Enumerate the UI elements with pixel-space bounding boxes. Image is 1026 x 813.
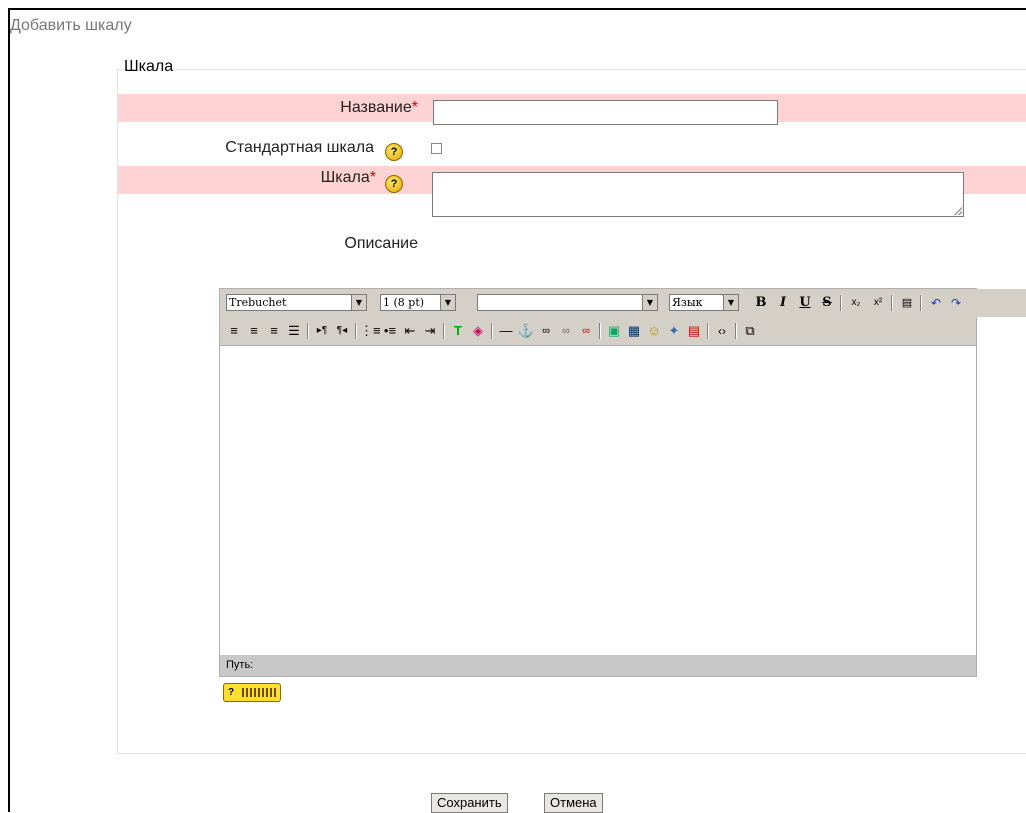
horizontal-rule-icon[interactable]: — (496, 321, 516, 341)
highlight-color-icon[interactable]: ◈ (468, 321, 488, 341)
ordered-list-icon[interactable]: ⋮≡ (360, 321, 381, 341)
font-family-select[interactable]: Trebuchet ▼ (226, 294, 367, 311)
editor-toolbar-top: Trebuchet ▼ 1 (8 pt) ▼ ▼ Язык ▼ B I U S x₂ … (220, 289, 1026, 317)
undo-icon[interactable]: ↶ (926, 293, 946, 313)
subscript-icon[interactable]: x₂ (846, 293, 866, 313)
standard-scale-label: Стандартная шкала (225, 139, 374, 156)
smiley-icon[interactable]: ☺ (644, 321, 664, 341)
name-input[interactable] (433, 100, 778, 125)
align-center-icon[interactable]: ≡ (244, 321, 264, 341)
standard-scale-checkbox[interactable] (431, 143, 442, 154)
align-justify-icon[interactable]: ☰ (284, 321, 304, 341)
insert-table-icon[interactable]: ▦ (624, 321, 644, 341)
toolbar-separator (707, 323, 709, 339)
window-frame-top (8, 8, 1026, 10)
font-size-select[interactable]: 1 (8 pt) ▼ (380, 294, 456, 311)
html-source-icon[interactable]: ‹› (712, 321, 732, 341)
format-select[interactable]: ▼ (477, 294, 658, 311)
cancel-button[interactable]: Отмена (544, 793, 603, 813)
keyboard-icon (242, 688, 276, 697)
help-icon[interactable]: ? (385, 175, 403, 193)
keyboard-help-icon[interactable]: ? (223, 683, 281, 702)
text-color-icon[interactable]: T (448, 321, 468, 341)
editor-path-bar: Путь: (220, 655, 976, 676)
italic-icon[interactable]: I (773, 293, 793, 313)
chevron-down-icon: ▼ (351, 295, 366, 310)
outdent-icon[interactable]: ⇤ (400, 321, 420, 341)
toolbar-separator (840, 295, 842, 311)
language-select[interactable]: Язык ▼ (669, 294, 739, 311)
toolbar-separator (491, 323, 493, 339)
superscript-icon[interactable]: x² (868, 293, 888, 313)
save-button[interactable]: Сохранить (431, 793, 508, 813)
toolbar-separator (307, 323, 309, 339)
editor-content-area[interactable] (220, 345, 976, 655)
chevron-down-icon: ▼ (642, 295, 657, 310)
editor-toolbar-bottom: ≡ ≡ ≡ ☰ ▸¶ ¶◂ ⋮≡ •≡ ⇤ ⇥ T ◈ — ⚓ ∞ ∞ ∞ ▣ … (220, 317, 976, 345)
toolbar-separator (599, 323, 601, 339)
insert-image-icon[interactable]: ▣ (604, 321, 624, 341)
scale-label: Шкала* (320, 169, 376, 186)
fieldset-legend: Шкала (124, 58, 178, 76)
required-mark: * (369, 169, 376, 186)
html-editor: Trebuchet ▼ 1 (8 pt) ▼ ▼ Язык ▼ B I U S x₂ … (219, 288, 1026, 677)
toolbar-separator (355, 323, 357, 339)
required-mark: * (411, 99, 418, 116)
special-chars-icon[interactable]: ✦ (664, 321, 684, 341)
resize-grip[interactable] (954, 207, 962, 215)
toolbar-separator (443, 323, 445, 339)
paste-word-icon[interactable]: ▤ (897, 293, 917, 313)
name-label: Название* (340, 99, 418, 116)
search-replace-icon[interactable]: ▤ (684, 321, 704, 341)
window-frame-left (8, 8, 10, 812)
underline-icon[interactable]: U (795, 293, 815, 313)
rtl-icon[interactable]: ¶◂ (332, 321, 352, 341)
bold-icon[interactable]: B (751, 293, 771, 313)
align-left-icon[interactable]: ≡ (224, 321, 244, 341)
unordered-list-icon[interactable]: •≡ (380, 321, 400, 341)
toolbar-separator (735, 323, 737, 339)
chevron-down-icon: ▼ (440, 295, 455, 310)
link-icon[interactable]: ∞ (536, 321, 556, 341)
anchor-icon[interactable]: ⚓ (516, 321, 536, 341)
scale-textarea[interactable] (432, 172, 964, 217)
toolbar-separator (891, 295, 893, 311)
toolbar-separator (920, 295, 922, 311)
strikethrough-icon[interactable]: S (817, 293, 837, 313)
page-title: Добавить шкалу (10, 17, 132, 34)
fullscreen-icon[interactable]: ⧉ (740, 321, 760, 341)
chevron-down-icon: ▼ (723, 295, 738, 310)
description-label: Описание (344, 235, 418, 252)
align-right-icon[interactable]: ≡ (264, 321, 284, 341)
indent-icon[interactable]: ⇥ (420, 321, 440, 341)
nolink-icon[interactable]: ∞ (576, 321, 596, 341)
ltr-icon[interactable]: ▸¶ (312, 321, 332, 341)
help-icon[interactable]: ? (385, 143, 403, 161)
redo-icon[interactable]: ↷ (946, 293, 966, 313)
unlink-icon[interactable]: ∞ (556, 321, 576, 341)
